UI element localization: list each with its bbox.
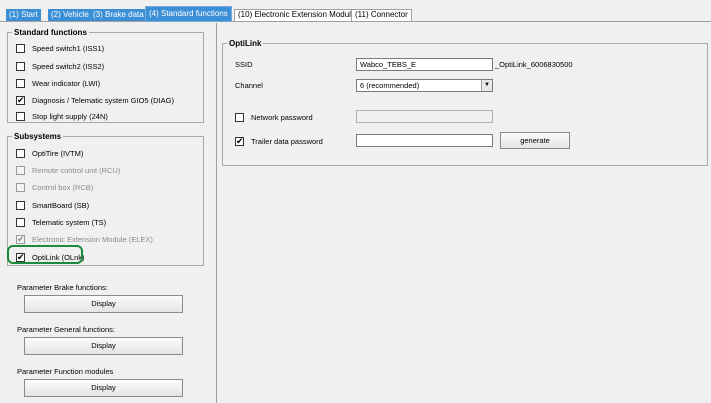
checkbox-label: Remote control unit (RCU) [32, 165, 121, 175]
checkbox[interactable] [16, 61, 25, 71]
generate-button[interactable]: generate [500, 132, 570, 149]
checkbox-label: Wear indicator (LWI) [32, 78, 101, 88]
standard-functions-title: Standard functions [12, 27, 89, 38]
checkbox-row-wear-indicator[interactable]: Wear indicator (LWI) [16, 77, 100, 89]
channel-value: 6 (recommended) [360, 81, 420, 90]
checkbox-disabled [16, 182, 25, 192]
checkbox-row-electronic-extension-module: ✔ Electronic Extension Module (ELEX) [16, 233, 153, 245]
ssid-input[interactable]: Wabco_TEBS_E [356, 58, 493, 71]
checkbox-label: Diagnosis / Telematic system GIO5 (DIAG) [32, 95, 174, 105]
channel-label: Channel [235, 81, 263, 90]
checkbox-label: Electronic Extension Module (ELEX) [32, 234, 153, 244]
optilink-highlight [7, 245, 83, 264]
checkbox-disabled [16, 165, 25, 175]
network-password-label: Network password [251, 112, 313, 122]
checkbox[interactable] [235, 112, 244, 122]
tab-brake-data[interactable]: (3) Brake data [90, 9, 147, 21]
standard-functions-group: Standard functions Speed switch1 (ISS1) … [7, 27, 204, 123]
check-icon: ✔ [17, 94, 25, 105]
checkbox-label: OptiTire (IVTM) [32, 148, 84, 158]
tab-standard-functions[interactable]: (4) Standard functions [145, 6, 232, 22]
checkbox-label: Speed switch2 (ISS2) [32, 61, 105, 71]
checkbox-row-stop-light[interactable]: Stop light supply (24N) [16, 110, 108, 122]
network-password-row[interactable]: Network password [235, 111, 313, 123]
tab-electronic-extension-module[interactable]: (10) Electronic Extension Module [234, 9, 360, 21]
checkbox-row-smartboard[interactable]: SmartBoard (SB) [16, 199, 89, 211]
checkbox-row-remote-control-unit: Remote control unit (RCU) [16, 164, 120, 176]
trailer-data-password-row[interactable]: ✔ Trailer data password [235, 135, 323, 147]
optilink-title: OptiLink [227, 38, 264, 49]
parameter-function-modules-label: Parameter Function modules [17, 367, 114, 376]
checkbox-label: Speed switch1 (ISS1) [32, 43, 105, 53]
tab-start[interactable]: (1) Start [6, 9, 41, 21]
ssid-label: SSID [235, 60, 253, 69]
check-icon: ✔ [236, 135, 244, 146]
tab-bar: (1) Start (2) Vehicle (3) Brake data (4)… [0, 0, 711, 22]
optilink-group: OptiLink SSID Wabco_TEBS_E _OptiLink_600… [222, 38, 708, 166]
parameter-general-functions-label: Parameter General functions: [17, 325, 115, 334]
checkbox-row-telematic-system[interactable]: Telematic system (TS) [16, 216, 106, 228]
checkbox-row-speed-switch1[interactable]: Speed switch1 (ISS1) [16, 42, 104, 54]
checkbox[interactable] [16, 78, 25, 88]
checkbox-label: Telematic system (TS) [32, 217, 107, 227]
checkbox[interactable] [16, 200, 25, 210]
chevron-down-icon[interactable]: ▼ [481, 80, 492, 91]
display-general-functions-button[interactable]: Display [24, 337, 183, 355]
checkbox-checked[interactable]: ✔ [16, 94, 25, 105]
checkbox-row-diagnosis[interactable]: ✔ Diagnosis / Telematic system GIO5 (DIA… [16, 94, 174, 106]
checkbox[interactable] [16, 111, 25, 121]
tab-vehicle[interactable]: (2) Vehicle [48, 9, 92, 21]
checkbox-label: SmartBoard (SB) [32, 200, 90, 210]
check-icon: ✔ [17, 233, 25, 244]
parameter-brake-functions-label: Parameter Brake functions: [17, 283, 108, 292]
checkbox-label: Stop light supply (24N) [32, 111, 108, 121]
checkbox-label: Control box (RCB) [32, 182, 94, 192]
ssid-suffix: _OptiLink_6006830500 [495, 60, 573, 69]
checkbox-disabled-checked: ✔ [16, 233, 25, 244]
checkbox[interactable] [16, 217, 25, 227]
checkbox-row-speed-switch2[interactable]: Speed switch2 (ISS2) [16, 60, 104, 72]
tab-connector[interactable]: (11) Connector [351, 9, 412, 21]
checkbox-row-control-box: Control box (RCB) [16, 181, 93, 193]
trailer-data-password-label: Trailer data password [251, 136, 323, 146]
display-brake-functions-button[interactable]: Display [24, 295, 183, 313]
checkbox[interactable] [16, 148, 25, 158]
channel-select[interactable]: 6 (recommended) ▼ [356, 79, 493, 92]
subsystems-title: Subsystems [12, 131, 64, 142]
right-panel: OptiLink SSID Wabco_TEBS_E _OptiLink_600… [216, 23, 711, 403]
network-password-input [356, 110, 493, 123]
checkbox-checked[interactable]: ✔ [235, 135, 244, 146]
left-panel: Standard functions Speed switch1 (ISS1) … [0, 23, 216, 403]
trailer-data-password-input[interactable] [356, 134, 493, 147]
display-function-modules-button[interactable]: Display [24, 379, 183, 397]
checkbox[interactable] [16, 43, 25, 53]
checkbox-row-optitire[interactable]: OptiTire (IVTM) [16, 147, 83, 159]
